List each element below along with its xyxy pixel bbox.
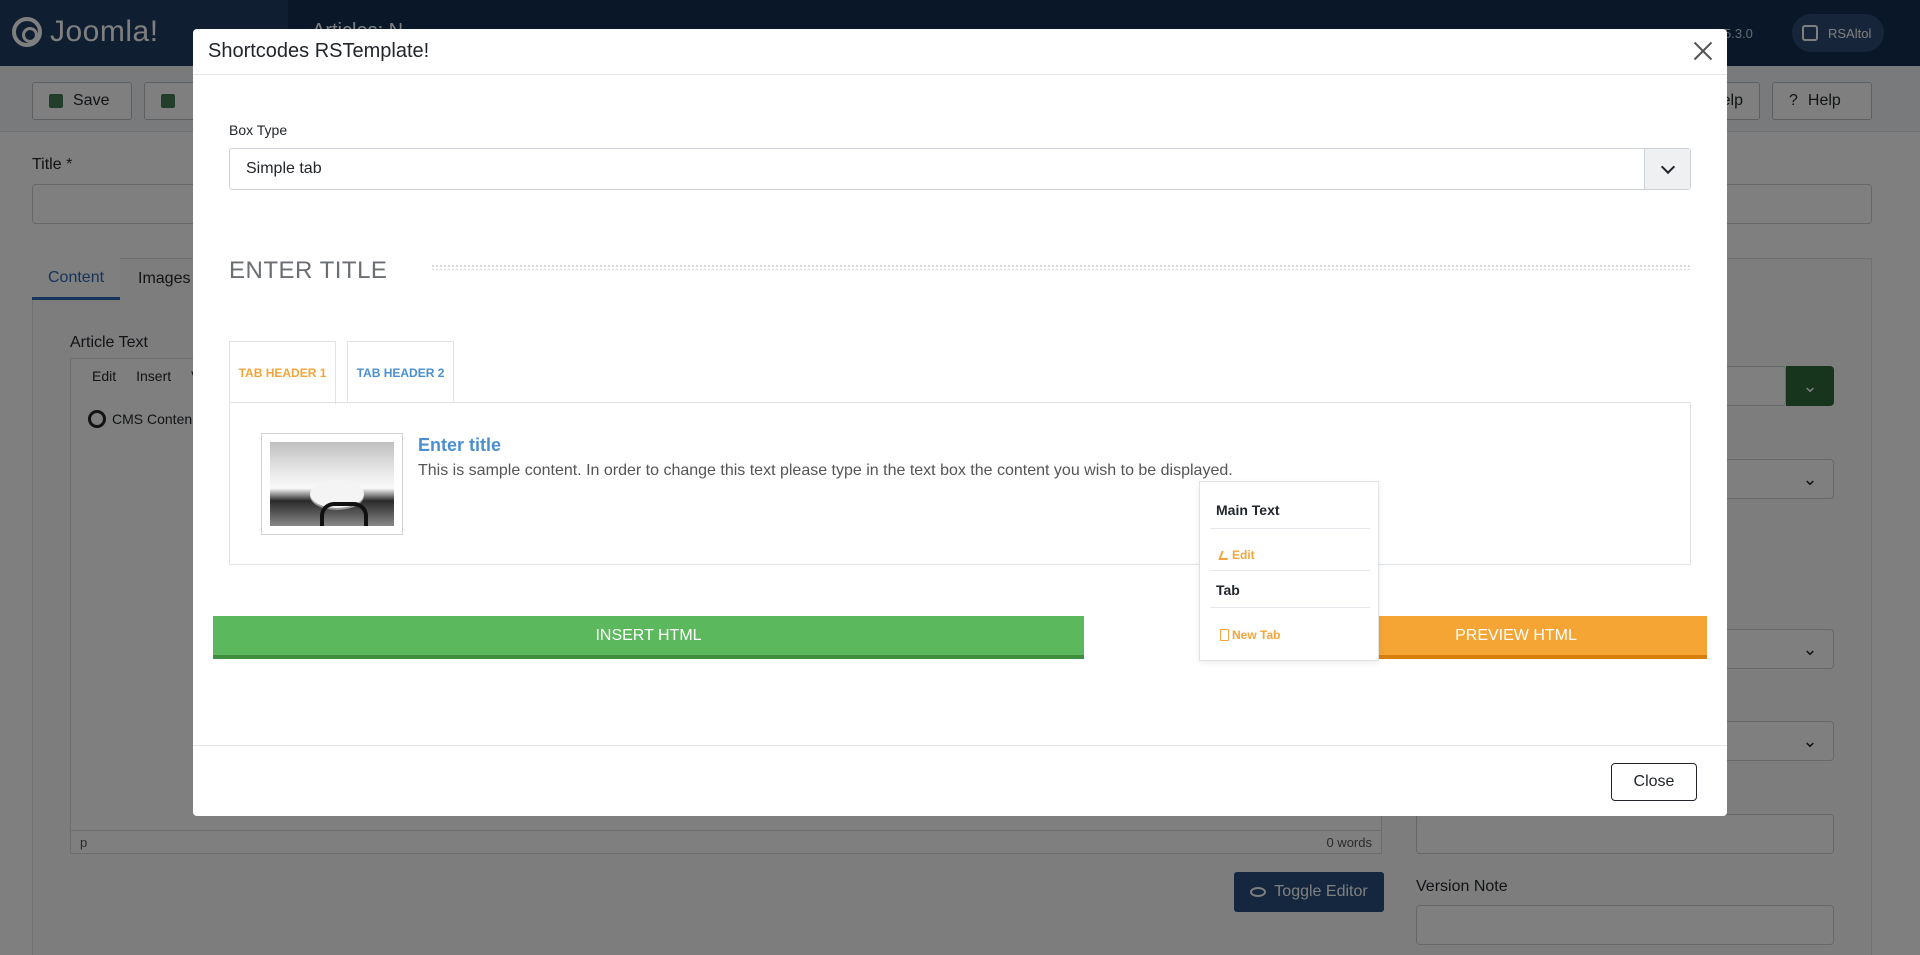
menu-item-edit-label: Edit	[1232, 548, 1255, 562]
box-type-value: Simple tab	[246, 160, 322, 177]
box-type-select[interactable]: Simple tab	[229, 148, 1691, 190]
chevron-down-icon	[1644, 149, 1690, 189]
menu-divider	[1210, 570, 1370, 571]
tab-content-panel: Enter title This is sample content. In o…	[229, 402, 1691, 565]
section-title[interactable]: ENTER TITLE	[229, 257, 387, 285]
file-icon	[1220, 629, 1229, 641]
modal-footer: Close	[193, 745, 1727, 816]
insert-html-button[interactable]: INSERT HTML	[213, 616, 1084, 659]
menu-divider	[1210, 607, 1370, 608]
content-text[interactable]: This is sample content. In order to chan…	[418, 462, 1233, 480]
shortcodes-modal: Shortcodes RSTemplate! Box Type Simple t…	[193, 29, 1727, 816]
dotted-divider	[431, 264, 1691, 270]
menu-heading-main-text: Main Text	[1216, 502, 1280, 518]
tab-header-2[interactable]: TAB HEADER 2	[347, 341, 454, 403]
pencil-icon	[1218, 550, 1231, 560]
close-icon[interactable]	[1691, 39, 1715, 63]
menu-item-edit[interactable]: Edit	[1218, 548, 1255, 562]
context-menu: Main Text Edit Tab New Tab	[1199, 481, 1379, 661]
menu-divider	[1210, 528, 1370, 529]
modal-header: Shortcodes RSTemplate!	[193, 29, 1727, 75]
restaurant-photo	[270, 442, 394, 526]
sample-image[interactable]	[261, 433, 403, 535]
close-button[interactable]: Close	[1611, 763, 1697, 801]
modal-title: Shortcodes RSTemplate!	[208, 40, 430, 62]
menu-item-new-tab[interactable]: New Tab	[1220, 628, 1280, 642]
tab-header-1[interactable]: TAB HEADER 1	[229, 341, 336, 404]
box-type-label: Box Type	[229, 122, 288, 138]
preview-html-button[interactable]: PREVIEW HTML	[1325, 616, 1707, 659]
menu-item-new-tab-label: New Tab	[1232, 628, 1281, 642]
menu-heading-tab: Tab	[1216, 582, 1240, 598]
content-title[interactable]: Enter title	[418, 435, 501, 456]
